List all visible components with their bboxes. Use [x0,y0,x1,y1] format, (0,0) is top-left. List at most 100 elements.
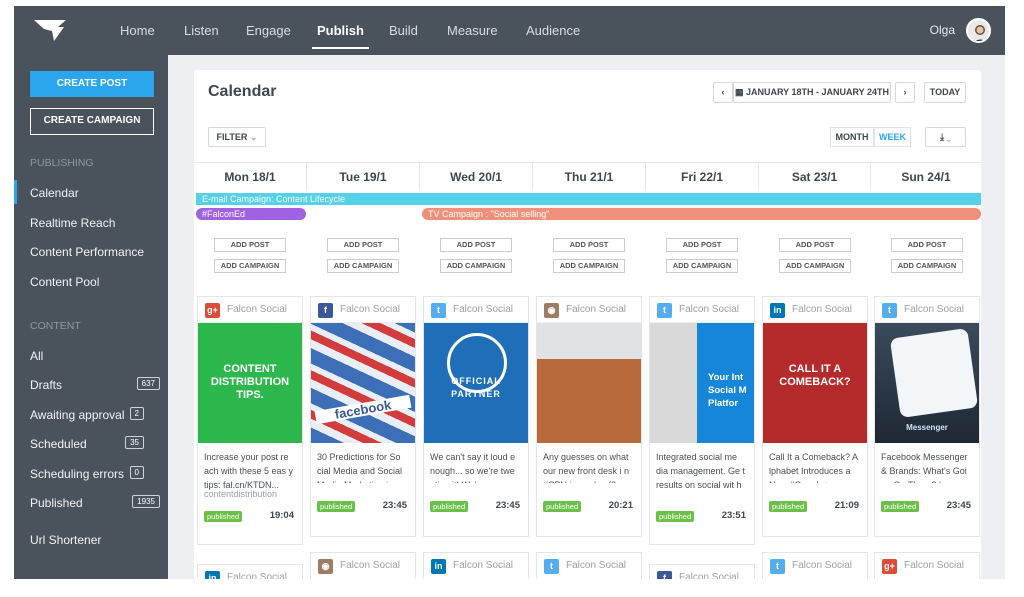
page-title: Calendar [208,83,277,100]
add-campaign-button[interactable]: ADD CAMPAIGN [666,259,738,273]
post-tag-text: contentdistribution [204,489,278,499]
sidebar-item-awaiting-approval[interactable]: Awaiting approval 2 [30,407,160,422]
post-card[interactable]: in Falcon Social CALL IT A COMEBACK? Call I… [762,296,868,537]
post-card[interactable]: t Falcon Social Your Int Social M Platfor I… [649,296,755,545]
sidebar-item-scheduling-errors[interactable]: Scheduling errors 0 [30,466,160,481]
add-post-button[interactable]: ADD POST [779,238,851,252]
post-card[interactable]: t Falcon Social Messenger Facebook Messenge… [874,296,980,537]
post-header: t Falcon Social [424,297,528,323]
date-range-label: JANUARY 18TH - JANUARY 24TH [745,87,890,97]
count-badge: 35 [125,436,144,449]
instagram-icon: ◉ [544,303,559,318]
status-badge: published [543,501,582,512]
post-header: t Falcon Social [650,297,754,323]
month-view-button[interactable]: MONTH [830,127,874,147]
linkedin-icon: in [770,303,785,318]
post-card[interactable]: ◉ Falcon Social Any guesses on what our ne… [536,296,642,537]
add-campaign-button[interactable]: ADD CAMPAIGN [440,259,512,273]
post-text: We can't say it loud e nough... so we're… [430,452,516,483]
nav-engage[interactable]: Engage [246,6,291,55]
campaign-band[interactable]: TV Campaign : "Social selling" [422,208,981,220]
add-post-button[interactable]: ADD POST [214,238,286,252]
linkedin-icon: in [431,559,446,574]
google-plus-icon: g+ [205,303,220,318]
sidebar-item-label: Awaiting approval [30,408,125,422]
post-image: Your Int Social M Platfor [650,323,754,443]
app-window: Home Listen Engage Publish Build Measure… [14,6,1005,579]
account-name: Falcon Social [340,560,401,571]
post-card[interactable]: g+ Falcon Social CONTENT DISTRIBUTION TIPS… [197,296,303,545]
account-name: Falcon Social [792,304,853,315]
post-card[interactable]: ◉ Falcon Social [310,552,416,579]
nav-home[interactable]: Home [120,6,155,55]
status-badge: published [204,511,243,522]
day-header: Sat 23/1 [759,162,871,190]
post-card[interactable]: in Falcon Social [423,552,529,579]
status-badge: published [769,501,808,512]
download-icon: ⤓ [940,132,945,142]
add-post-button[interactable]: ADD POST [891,238,963,252]
sidebar-item-label: Scheduled [30,437,87,451]
campaign-band[interactable]: #FalconEd [196,208,306,220]
add-campaign-button[interactable]: ADD CAMPAIGN [779,259,851,273]
nav-publish[interactable]: Publish [312,6,369,55]
post-card[interactable]: t Falcon Social [536,552,642,579]
date-range-picker[interactable]: ▦ JANUARY 18TH - JANUARY 24TH [733,82,891,103]
sidebar-item-content-pool[interactable]: Content Pool [30,275,160,289]
day-header: Mon 18/1 [194,162,307,190]
post-text: Any guesses on what our new front desk i… [543,452,630,483]
falcon-logo-icon[interactable] [32,17,68,43]
post-text: Increase your post re ach with these 5 e… [204,452,294,490]
nav-measure[interactable]: Measure [447,6,498,55]
sidebar-item-drafts[interactable]: Drafts 637 [30,377,160,392]
post-header: t Falcon Social [875,297,979,323]
sidebar-item-calendar[interactable]: Calendar [30,186,160,200]
day-header: Wed 20/1 [420,162,533,190]
post-card[interactable]: f Falcon Social [649,564,755,579]
next-week-button[interactable]: › [895,82,915,103]
campaign-band[interactable]: E-mail Campaign: Content Lifecycle [196,193,981,205]
status-badge: published [430,501,469,512]
post-card[interactable]: in Falcon Social [197,564,303,579]
post-image-caption: facebook [314,394,412,425]
post-image: CONTENT DISTRIBUTION TIPS. [198,323,302,443]
post-image: OFFICIAL PARTNER [424,323,528,443]
today-button[interactable]: TODAY [924,82,966,103]
prev-week-button[interactable]: ‹ [713,82,733,103]
post-card[interactable]: t Falcon Social [762,552,868,579]
create-campaign-button[interactable]: CREATE CAMPAIGN [30,108,154,135]
export-dropdown[interactable]: ⤓ ⌄ [925,127,966,147]
add-campaign-button[interactable]: ADD CAMPAIGN [327,259,399,273]
post-card[interactable]: f Falcon Social facebook 30 Predictions for… [310,296,416,537]
count-badge: 2 [129,407,144,420]
add-post-button[interactable]: ADD POST [666,238,738,252]
add-post-button[interactable]: ADD POST [440,238,512,252]
post-card[interactable]: g+ Falcon Social [874,552,980,579]
nav-build[interactable]: Build [389,6,418,55]
add-post-button[interactable]: ADD POST [327,238,399,252]
account-name: Falcon Social [679,572,740,579]
nav-audience[interactable]: Audience [526,6,580,55]
sidebar-item-realtime-reach[interactable]: Realtime Reach [30,216,160,230]
sidebar-item-published[interactable]: Published 1935 [30,495,160,510]
calendar-panel: Calendar ‹ ▦ JANUARY 18TH - JANUARY 24TH… [194,70,981,579]
week-view-button[interactable]: WEEK [874,127,911,147]
twitter-icon: t [544,559,559,574]
sidebar-item-url-shortener[interactable]: Url Shortener [30,533,160,547]
add-post-button[interactable]: ADD POST [553,238,625,252]
sidebar-item-content-performance[interactable]: Content Performance [30,245,160,259]
add-campaign-button[interactable]: ADD CAMPAIGN [214,259,286,273]
sidebar-item-all[interactable]: All [30,349,160,363]
day-header: Tue 19/1 [307,162,420,190]
nav-listen[interactable]: Listen [184,6,219,55]
add-campaign-button[interactable]: ADD CAMPAIGN [891,259,963,273]
user-name[interactable]: Olga [930,6,955,55]
add-campaign-button[interactable]: ADD CAMPAIGN [553,259,625,273]
avatar[interactable] [966,18,991,43]
create-post-button[interactable]: CREATE POST [30,71,154,97]
filter-button[interactable]: FILTER ⌄ [208,127,266,147]
post-card[interactable]: t Falcon Social OFFICIAL PARTNER We can't s… [423,296,529,537]
post-image-caption: Messenger [906,423,948,432]
sidebar-item-scheduled[interactable]: Scheduled 35 [30,436,160,451]
account-name: Falcon Social [792,560,853,571]
